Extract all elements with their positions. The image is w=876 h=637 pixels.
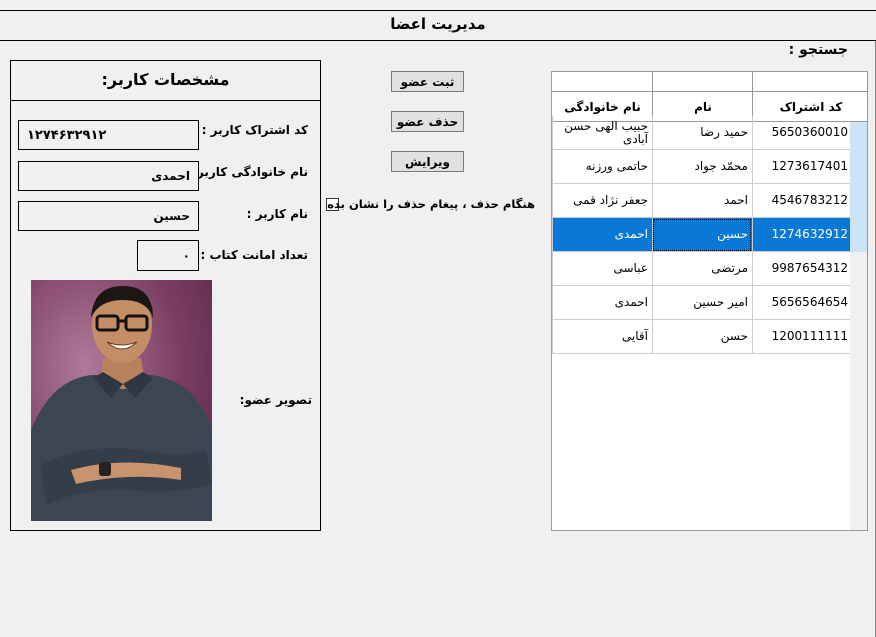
cell-first-name[interactable]: حسین: [652, 218, 752, 252]
grid-vertical-scrollbar[interactable]: [850, 122, 867, 530]
panel-title: مشخصات کاربر:: [101, 70, 230, 89]
cell-first-name[interactable]: احمد: [652, 184, 752, 218]
filter-first-name-cell[interactable]: [652, 72, 753, 92]
members-grid[interactable]: نام خانوادگی نام کد اشتراک حبیب الهی حسن…: [551, 71, 868, 531]
filter-last-name-cell[interactable]: [552, 72, 653, 92]
cell-first-name[interactable]: حمید رضا: [652, 116, 752, 150]
cell-last-name[interactable]: جعفر نژاد قمی: [552, 184, 652, 218]
membership-code-field[interactable]: ۱۲۷۴۶۳۲۹۱۲: [18, 120, 199, 150]
cell-first-name[interactable]: محمّد جواد: [652, 150, 752, 184]
cell-code[interactable]: 1274632912: [752, 218, 852, 252]
loans-count-field[interactable]: ۰: [137, 240, 199, 271]
cell-last-name[interactable]: آقایی: [552, 320, 652, 354]
table-row[interactable]: احمدیامیر حسین56565646546: [552, 286, 866, 320]
user-details-panel: مشخصات کاربر: کد اشتراک کاربر : ۱۲۷۴۶۳۲۹…: [10, 60, 321, 531]
cell-code[interactable]: 4546783212: [752, 184, 852, 218]
confirm-delete-label: هنگام حذف ، پیغام حذف را نشان بده: [327, 197, 535, 211]
cell-last-name[interactable]: حبیب الهی حسن آبادی: [552, 116, 652, 150]
member-photo: [31, 280, 212, 521]
cell-first-name[interactable]: حسن: [652, 320, 752, 354]
cell-code[interactable]: 1200111111: [752, 320, 852, 354]
cell-last-name[interactable]: احمدی: [552, 286, 652, 320]
scrollbar-thumb[interactable]: [850, 122, 867, 252]
register-member-button[interactable]: ثبت عضو: [391, 71, 464, 92]
panel-header: مشخصات کاربر:: [11, 61, 320, 101]
table-row[interactable]: احمدیحسین12746329124: [552, 218, 866, 252]
filter-code-cell[interactable]: [752, 72, 867, 92]
cell-code[interactable]: 5650360010: [752, 116, 852, 150]
cell-last-name[interactable]: احمدی: [552, 218, 652, 252]
delete-member-button[interactable]: حذف عضو: [391, 111, 464, 132]
title-bar: مدیریت اعضا: [0, 11, 876, 41]
loans-count-label: تعداد امانت کتاب :: [200, 248, 308, 262]
cell-code[interactable]: 5656564654: [752, 286, 852, 320]
table-row[interactable]: حاتمی ورزنهمحمّد جواد12736174012: [552, 150, 866, 184]
window-title: مدیریت اعضا: [390, 15, 486, 33]
membership-code-label: کد اشتراک کاربر :: [201, 123, 308, 137]
first-name-field[interactable]: حسین: [18, 201, 199, 231]
grid-filter-row[interactable]: [552, 72, 867, 92]
edit-member-button[interactable]: ویرایش: [391, 151, 464, 172]
cell-last-name[interactable]: حاتمی ورزنه: [552, 150, 652, 184]
cell-last-name[interactable]: عباسی: [552, 252, 652, 286]
photo-label: تصویر عضو:: [239, 393, 312, 407]
cell-code[interactable]: 9987654312: [752, 252, 852, 286]
cell-code[interactable]: 1273617401: [752, 150, 852, 184]
first-name-label: نام کاربر :: [246, 207, 308, 221]
last-name-label: نام خانوادگی کاربر :: [187, 165, 308, 179]
table-row[interactable]: آقاییحسن12001111117: [552, 320, 866, 354]
table-row[interactable]: جعفر نژاد قمیاحمد45467832123: [552, 184, 866, 218]
search-label: جستجو :: [788, 42, 848, 58]
cell-first-name[interactable]: مرتضی: [652, 252, 752, 286]
member-photo-image: [31, 280, 212, 521]
confirm-delete-option[interactable]: هنگام حذف ، پیغام حذف را نشان بده: [325, 196, 535, 214]
table-row[interactable]: عباسیمرتضی99876543125: [552, 252, 866, 286]
last-name-field[interactable]: احمدی: [18, 161, 199, 191]
table-row[interactable]: حبیب الهی حسن آبادیحمید رضا56503600101: [552, 116, 866, 150]
cell-first-name[interactable]: امیر حسین: [652, 286, 752, 320]
